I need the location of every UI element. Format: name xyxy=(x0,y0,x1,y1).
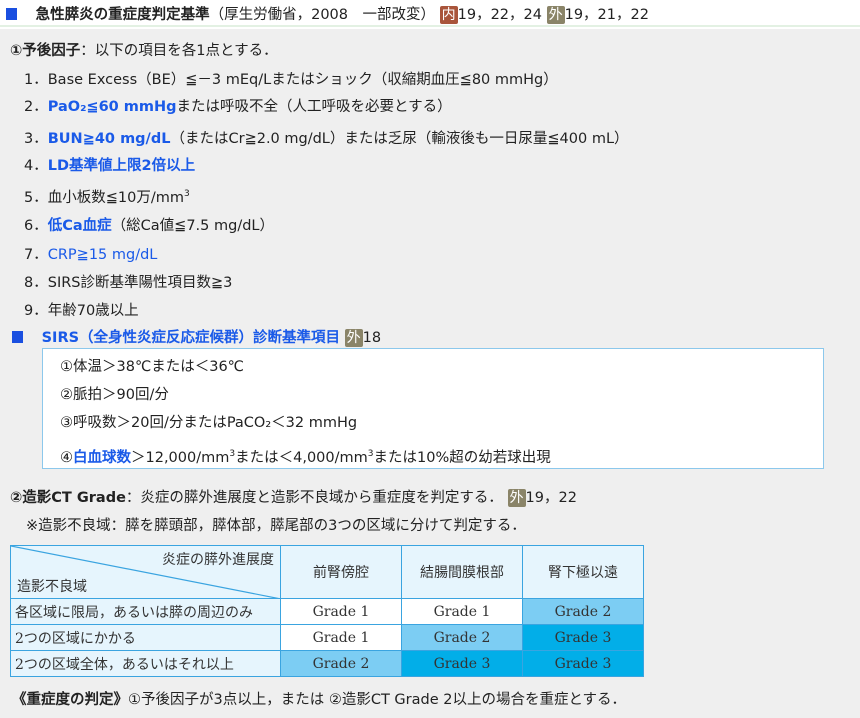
item-text: または呼吸不全（人工呼吸を必要とする） xyxy=(176,99,452,115)
sirs-item: ①体温＞38℃または＜36℃ xyxy=(60,359,244,375)
source: （厚生労働省，2008 一部改変） xyxy=(209,7,436,23)
item-number: 3． xyxy=(24,131,48,147)
external-refs: 19，21，22 xyxy=(564,7,649,23)
page-title: 急性膵炎の重症度判定基準 xyxy=(35,7,210,23)
grade-cell: Grade 1 xyxy=(401,598,523,625)
ct-heading: ②造影CT Grade：炎症の膵外進展度と造影不良域から重症度を判定する． 外1… xyxy=(10,486,577,507)
row-header: 2つの区域にかかる xyxy=(10,624,281,651)
prognostic-item: 2．PaO₂≦60 mmHgまたは呼吸不全（人工呼吸を必要とする） xyxy=(24,95,452,116)
footer-label: 《重症度の判定》 xyxy=(12,692,128,708)
item-text: 血小板数≦10万/mm xyxy=(47,190,184,206)
sirs-ref: 18 xyxy=(362,330,382,346)
heading: ①予後因子 xyxy=(10,43,81,59)
prognostic-item: 9．年齢70歳以上 xyxy=(24,299,139,320)
item-number: 8． xyxy=(24,275,48,291)
refs: 19，22 xyxy=(525,490,577,506)
column-header: 前腎傍腔 xyxy=(280,545,402,599)
grade-cell: Grade 2 xyxy=(522,598,644,625)
external-badge: 外 xyxy=(507,489,526,507)
column-header: 腎下極以遠 xyxy=(522,545,644,599)
ct-grade-table: 炎症の膵外進展度 造影不良域 前腎傍腔 結腸間膜根部 腎下極以遠 各区域に限局，… xyxy=(10,545,644,677)
item-text: （またはCr≧2.0 mg/dL）または乏尿（輸液後も一日尿量≦400 mL） xyxy=(170,131,629,147)
external-badge: 外 xyxy=(546,6,565,24)
desc: ：以下の項目を各1点とする． xyxy=(80,43,278,59)
item-highlight: LD基準値上限2倍以上 xyxy=(47,158,196,174)
square-bullet-icon xyxy=(6,8,17,20)
grade-cell: Grade 3 xyxy=(522,650,644,677)
prognostic-heading: ①予後因子：以下の項目を各1点とする． xyxy=(10,39,278,60)
prognostic-item: 7．CRP≧15 mg/dL xyxy=(24,243,157,264)
column-header: 結腸間膜根部 xyxy=(401,545,523,599)
prognostic-item: 3．BUN≧40 mg/dL（またはCr≧2.0 mg/dL）または乏尿（輸液後… xyxy=(24,127,629,148)
grade-cell: Grade 3 xyxy=(401,650,523,677)
grade-cell: Grade 1 xyxy=(280,624,402,651)
corner-top: 炎症の膵外進展度 xyxy=(162,552,274,568)
prognostic-item: 6．低Ca血症（総Ca値≦7.5 mg/dL） xyxy=(24,214,274,235)
t: または＜4,000/mm xyxy=(235,450,368,466)
footer: 《重症度の判定》①予後因子が3点以上，または ②造影CT Grade 2以上の場… xyxy=(12,688,626,709)
prognostic-item: 5．血小板数≦10万/mm3 xyxy=(24,186,190,207)
hl: 白血球数 xyxy=(73,450,131,466)
item-number: 4． xyxy=(24,158,48,174)
item-number: 7． xyxy=(24,247,48,263)
sirs-item: ③呼吸数＞20回/分またはPaCO₂＜32 mmHg xyxy=(60,415,358,431)
ct-note: ※造影不良域：膵を膵頭部，膵体部，膵尾部の3つの区域に分けて判定する． xyxy=(26,518,526,534)
item-highlight: 低Ca血症 xyxy=(47,218,112,234)
item-number: 9． xyxy=(24,303,48,319)
prognostic-item: 4．LD基準値上限2倍以上 xyxy=(24,154,195,175)
row-header: 各区域に限局，あるいは膵の周辺のみ xyxy=(10,598,281,625)
table-row: 各区域に限局，あるいは膵の周辺のみ Grade 1 Grade 1 Grade 2 xyxy=(10,598,644,625)
item-text: SIRS診断基準陽性項目数≧3 xyxy=(47,275,233,291)
desc: ：炎症の膵外進展度と造影不良域から重症度を判定する． xyxy=(125,490,503,506)
item-text: 年齢70歳以上 xyxy=(47,303,139,319)
t: ＞12,000/mm xyxy=(131,450,230,466)
grade-cell: Grade 1 xyxy=(280,598,402,625)
sirs-item: ④白血球数＞12,000/mm3または＜4,000/mm3または10%超の幼若球… xyxy=(60,446,551,467)
grade-cell: Grade 2 xyxy=(280,650,402,677)
row-header: 2つの区域全体，あるいはそれ以上 xyxy=(10,650,281,677)
external-badge: 外 xyxy=(344,329,363,347)
grade-cell: Grade 3 xyxy=(522,624,644,651)
item-number: 2． xyxy=(24,99,48,115)
item-highlight: BUN≧40 mg/dL xyxy=(47,131,171,147)
item-text: CRP≧15 mg/dL xyxy=(47,247,158,263)
heading: ②造影CT Grade xyxy=(10,490,126,506)
internal-refs: 19，22，24 xyxy=(457,7,542,23)
grade-cell: Grade 2 xyxy=(401,624,523,651)
internal-badge: 内 xyxy=(439,6,458,24)
n: ④ xyxy=(60,450,73,466)
superscript: 3 xyxy=(183,189,190,199)
table-row: 2つの区域にかかる Grade 1 Grade 2 Grade 3 xyxy=(10,624,644,651)
sirs-item: ②脈拍＞90回/分 xyxy=(60,387,169,403)
item-number: 6． xyxy=(24,218,48,234)
square-bullet-icon xyxy=(12,331,23,343)
item-text: （総Ca値≦7.5 mg/dL） xyxy=(111,218,274,234)
prognostic-item: 1．Base Excess（BE）≦－3 mEq/Lまたはショック（収縮期血圧≦… xyxy=(24,68,558,89)
sirs-title: SIRS（全身性炎症反応症候群）診断基準項目 xyxy=(41,330,341,346)
prognostic-item: 8．SIRS診断基準陽性項目数≧3 xyxy=(24,271,232,292)
item-number: 1． xyxy=(24,72,48,88)
header: 急性膵炎の重症度判定基準（厚生労働省，2008 一部改変） 内 19，22，24 … xyxy=(0,0,860,27)
footer-text: ①予後因子が3点以上，または ②造影CT Grade 2以上の場合を重症とする． xyxy=(128,692,627,708)
sirs-heading: SIRS（全身性炎症反応症候群）診断基準項目 外 18 xyxy=(12,326,381,347)
t: または10%超の幼若球出現 xyxy=(373,450,551,466)
corner-cell: 炎症の膵外進展度 造影不良域 xyxy=(10,545,281,599)
item-number: 5． xyxy=(24,190,48,206)
table-row: 2つの区域全体，あるいはそれ以上 Grade 2 Grade 3 Grade 3 xyxy=(10,650,644,677)
item-text: Base Excess（BE）≦－3 mEq/Lまたはショック（収縮期血圧≦80… xyxy=(47,72,558,88)
corner-bottom: 造影不良域 xyxy=(17,579,87,595)
item-highlight: PaO₂≦60 mmHg xyxy=(47,99,177,115)
